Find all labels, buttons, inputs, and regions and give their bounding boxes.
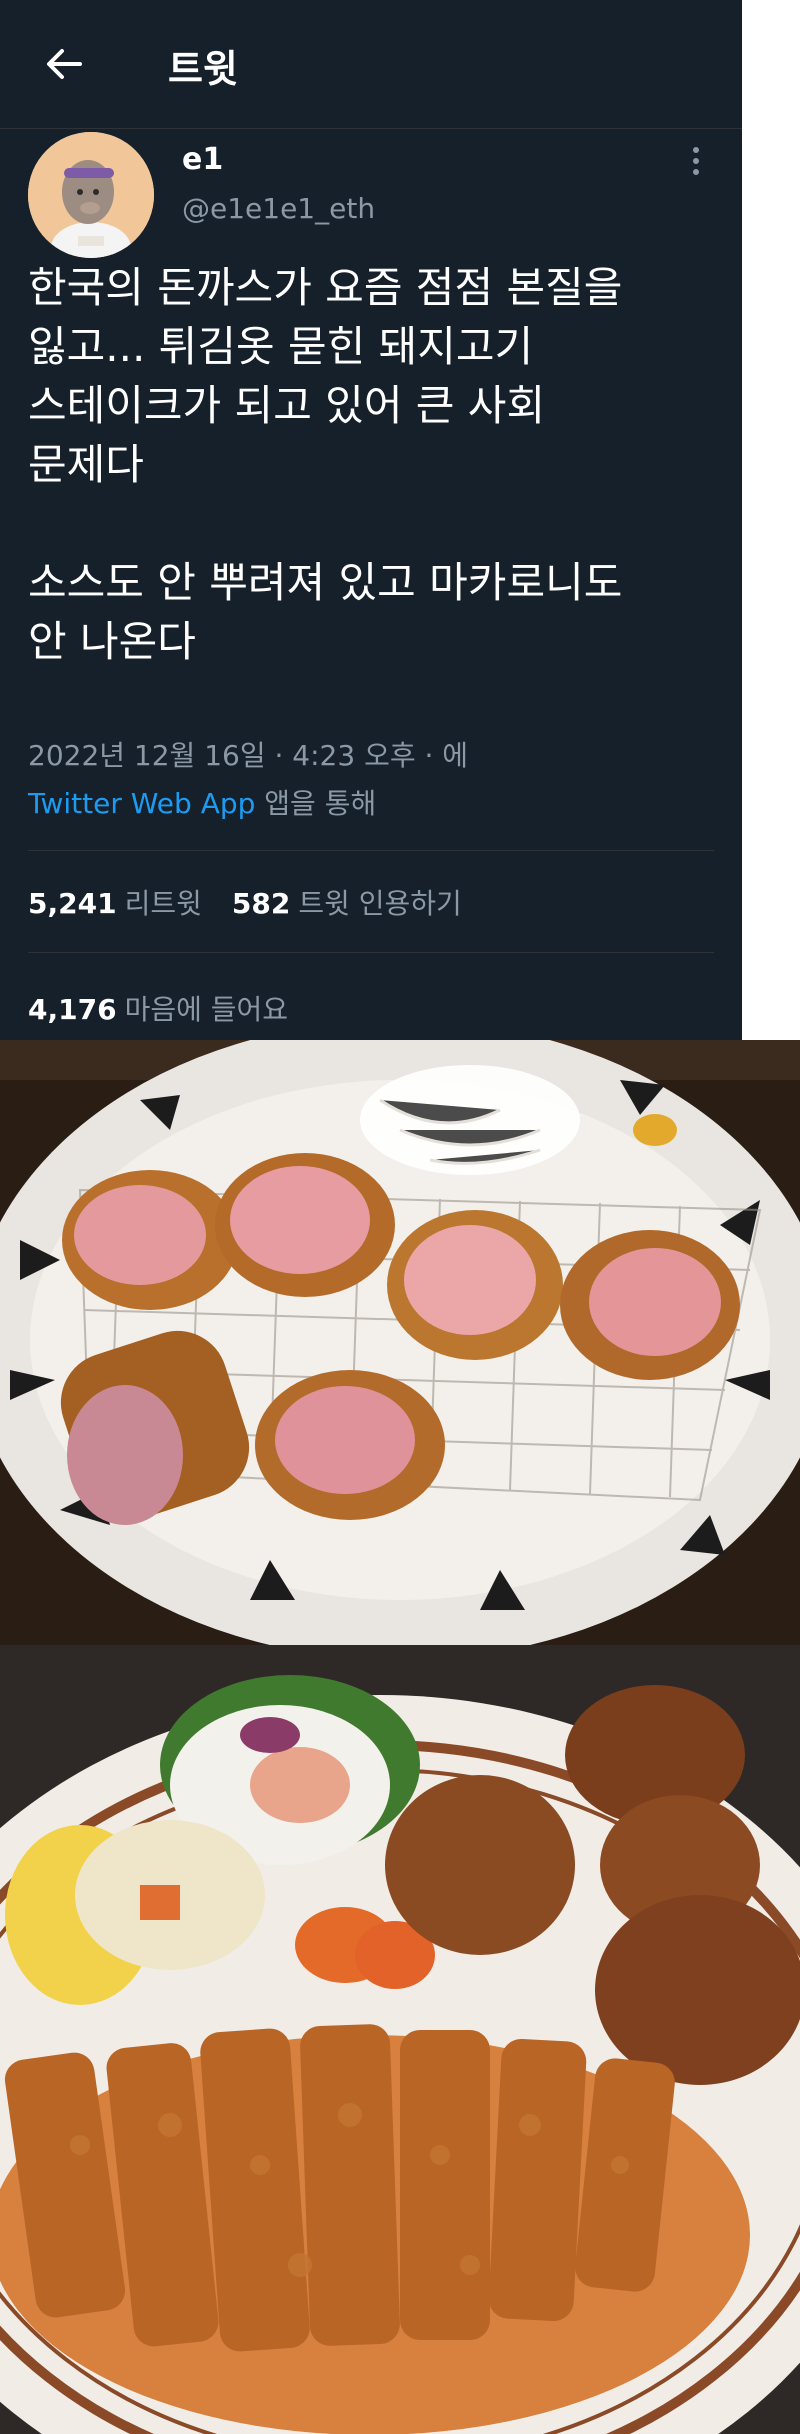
page-title: 트윗: [168, 47, 238, 91]
source-suffix: 앱을 통해: [255, 787, 377, 820]
likes-row[interactable]: 4,176 마음에 들어요: [28, 988, 288, 1028]
stats-row: 5,241 리트윗 582 트윗 인용하기: [28, 882, 462, 922]
quotes-label: 트윗 인용하기: [298, 887, 462, 920]
quotes-count: 582: [231, 887, 291, 920]
user-handle[interactable]: @e1e1e1_eth: [182, 192, 375, 225]
avatar[interactable]: [28, 132, 154, 258]
tweet-panel: 트윗 e1 @e1e1e1_eth 한국의 돈까스가 요즘 점점 본질을 잃고.…: [0, 0, 742, 1040]
divider: [28, 952, 714, 953]
arrow-left-icon[interactable]: [40, 40, 88, 88]
tweet-text: 한국의 돈까스가 요즘 점점 본질을 잃고... 튀김옷 묻힌 돼지고기 스테이…: [28, 263, 623, 666]
tonkatsu-photo[interactable]: [0, 1040, 800, 1645]
more-options-icon[interactable]: [684, 144, 708, 180]
retweets-label: 리트윗: [124, 887, 202, 920]
display-name[interactable]: e1: [182, 142, 223, 177]
katsu-with-sauce-photo[interactable]: [0, 1645, 800, 2434]
retweets-count: 5,241: [28, 887, 117, 920]
quotes-stat[interactable]: 582 트윗 인용하기: [232, 887, 462, 920]
source-app-link[interactable]: Twitter Web App: [28, 787, 255, 820]
tweet-timestamp[interactable]: 2022년 12월 16일 · 4:23 오후 · 에: [28, 734, 468, 774]
tweet-source: Twitter Web App 앱을 통해: [28, 782, 376, 822]
likes-count: 4,176: [28, 993, 117, 1026]
retweets-stat[interactable]: 5,241 리트윗: [28, 887, 202, 920]
top-bar: 트윗: [0, 0, 742, 129]
likes-label: 마음에 들어요: [124, 993, 289, 1026]
divider: [28, 850, 714, 851]
